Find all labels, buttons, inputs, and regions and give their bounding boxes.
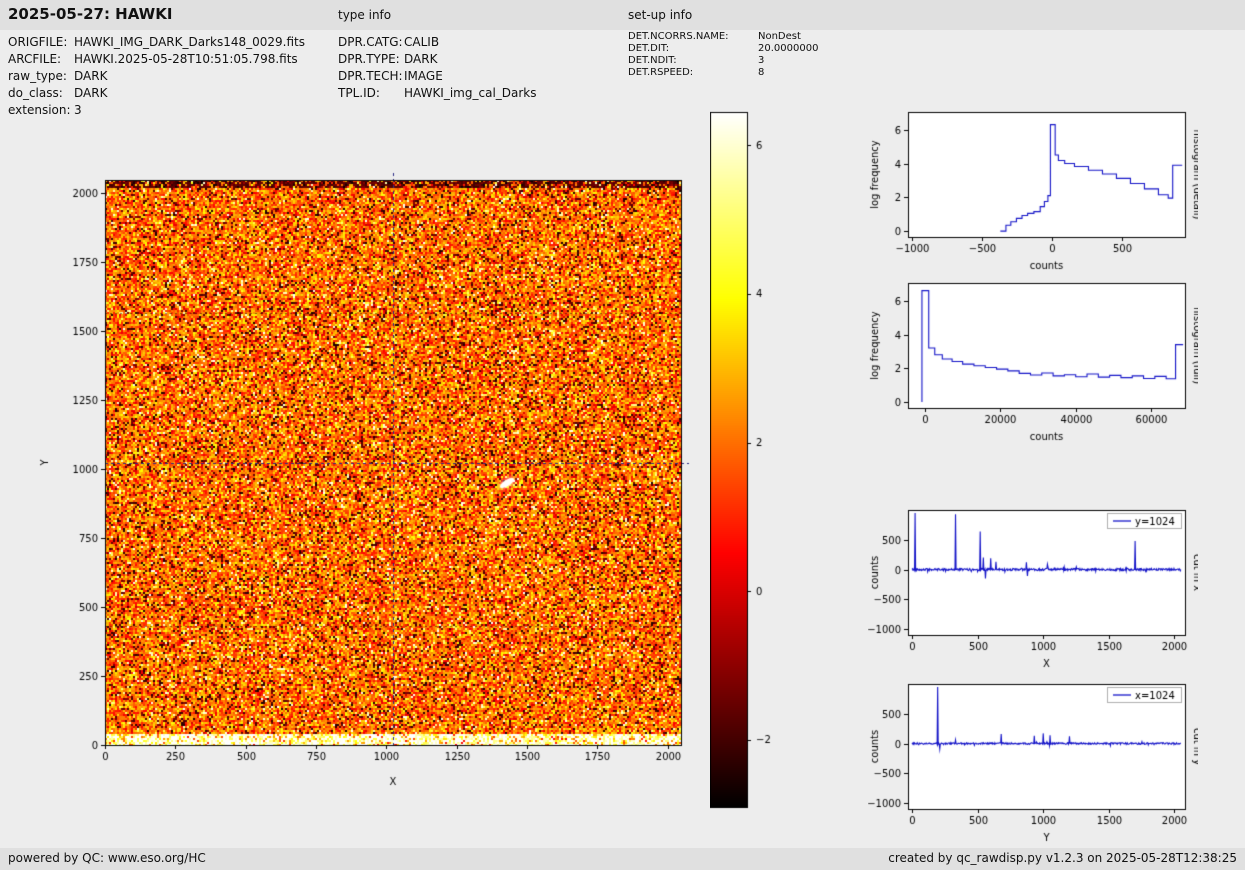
footer-left: powered by QC: www.eso.org/HC (8, 851, 206, 865)
qc-report-page: 2025-05-27: HAWKI type info set-up info … (0, 0, 1245, 870)
meta-value: HAWKI_IMG_DARK_Darks148_0029.fits (74, 35, 305, 49)
meta-value: NonDest (758, 31, 801, 42)
row-tpl-id: TPL.ID: HAWKI_img_cal_Darks (338, 85, 537, 102)
meta-label: DET.NCORRS.NAME: (628, 31, 729, 42)
type-info-block: DPR.CATG:CALIB DPR.TYPE: DARK DPR.TECH:IM… (338, 34, 537, 102)
meta-value: 3 (758, 55, 765, 66)
header-bar: 2025-05-27: HAWKI type info set-up info (0, 0, 1245, 30)
meta-value: DARK (74, 86, 108, 100)
meta-value: DARK (404, 52, 438, 66)
row-det-dit: DET.DIT: 20.0000000 (628, 43, 818, 55)
meta-value: 20.0000000 (758, 43, 819, 54)
meta-value: IMAGE (404, 69, 443, 83)
meta-label: DET.RSPEED: (628, 67, 694, 78)
meta-label: DPR.TYPE: (338, 52, 400, 66)
cut-in-x-plot (868, 502, 1198, 672)
row-det-rspeed: DET.RSPEED: 8 (628, 67, 818, 79)
meta-value: HAWKI_img_cal_Darks (404, 86, 537, 100)
row-origfile: ORIGFILE: HAWKI_IMG_DARK_Darks148_0029.fi… (8, 34, 305, 51)
meta-value: 3 (74, 103, 82, 117)
meta-value: HAWKI.2025-05-28T10:51:05.798.fits (74, 52, 298, 66)
row-dpr-catg: DPR.CATG:CALIB (338, 34, 537, 51)
raw-image-plot (38, 160, 691, 790)
meta-label: DPR.TECH: (338, 69, 403, 83)
page-title: 2025-05-27: HAWKI (8, 5, 173, 23)
meta-label: raw_type: (8, 69, 67, 83)
row-extension: extension: 3 (8, 102, 305, 119)
meta-label: DPR.CATG: (338, 35, 403, 49)
footer-bar: powered by QC: www.eso.org/HC created by… (0, 848, 1245, 870)
footer-right: created by qc_rawdisp.py v1.2.3 on 2025-… (888, 851, 1237, 865)
row-det-ncorrs: DET.NCORRS.NAME: NonDest (628, 31, 818, 43)
cut-in-y-plot (868, 676, 1198, 846)
meta-value: CALIB (404, 35, 440, 49)
row-det-ndit: DET.NDIT: 3 (628, 55, 818, 67)
meta-label: TPL.ID: (338, 86, 380, 100)
row-do-class: do_class: DARK (8, 85, 305, 102)
meta-label: extension: (8, 103, 71, 117)
file-info-block: ORIGFILE: HAWKI_IMG_DARK_Darks148_0029.fi… (8, 34, 305, 119)
colorbar (710, 108, 790, 812)
meta-label: ORIGFILE: (8, 35, 68, 49)
meta-label: ARCFILE: (8, 52, 62, 66)
row-dpr-type: DPR.TYPE: DARK (338, 51, 537, 68)
meta-label: DET.NDIT: (628, 55, 677, 66)
meta-label: do_class: (8, 86, 63, 100)
histogram-full-plot (868, 275, 1198, 445)
histogram-detail-plot (868, 104, 1198, 274)
meta-value: DARK (74, 69, 108, 83)
setup-info-block: DET.NCORRS.NAME: NonDest DET.DIT: 20.00000… (628, 31, 818, 79)
setup-info-header: set-up info (628, 8, 693, 22)
meta-value: 8 (758, 67, 765, 78)
row-arcfile: ARCFILE: HAWKI.2025-05-28T10:51:05.798.fi… (8, 51, 305, 68)
row-dpr-tech: DPR.TECH:IMAGE (338, 68, 537, 85)
type-info-header: type info (338, 8, 392, 22)
row-raw-type: raw_type: DARK (8, 68, 305, 85)
meta-label: DET.DIT: (628, 43, 670, 54)
